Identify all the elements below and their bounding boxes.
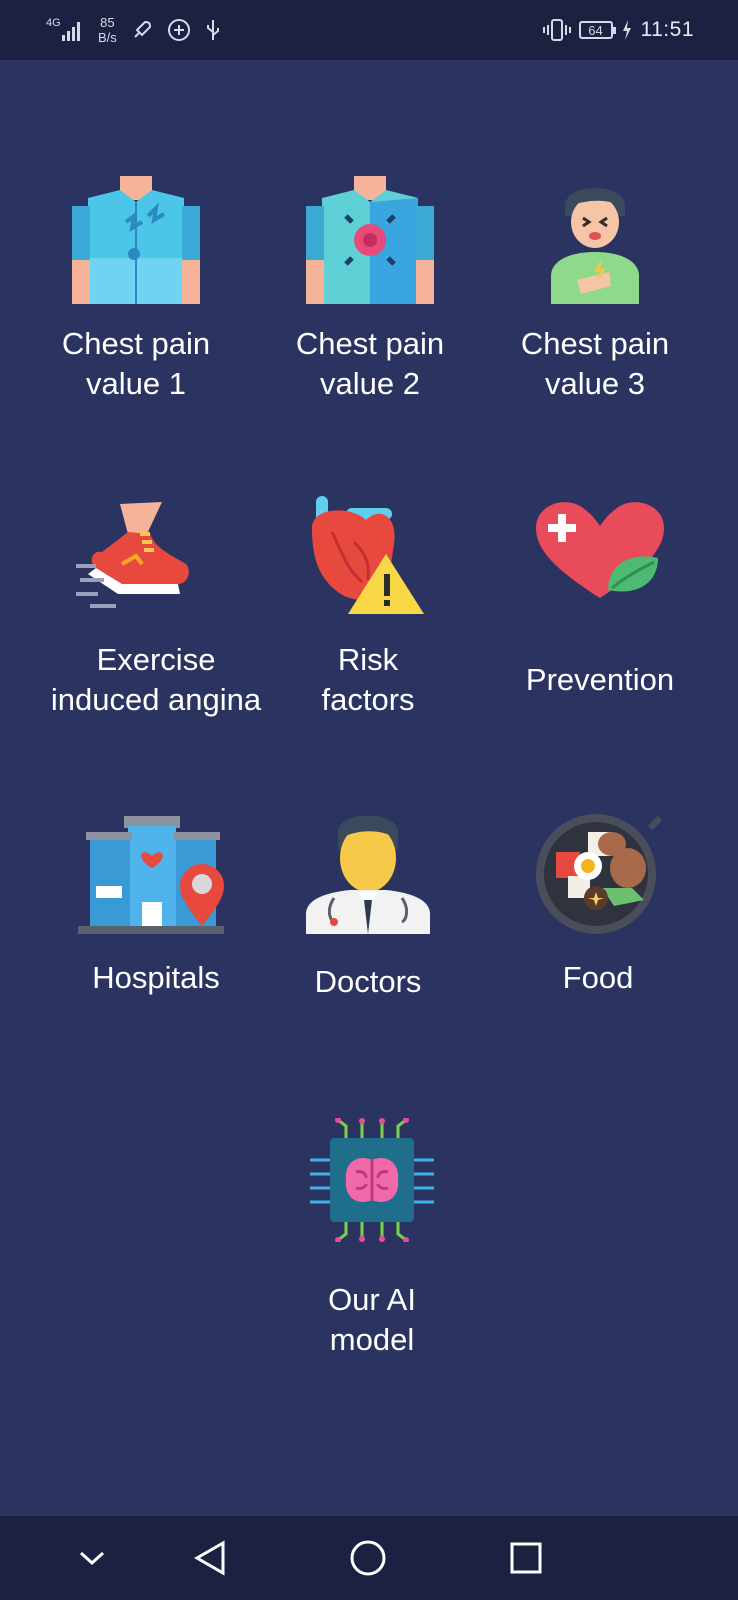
battery-level: 64 (588, 22, 603, 38)
back-triangle-icon (193, 1540, 225, 1576)
collapse-button[interactable] (68, 1534, 116, 1582)
home-circle-icon (350, 1540, 386, 1576)
menu-item-label: Our AI model (328, 1282, 416, 1357)
net-speed-unit: B/s (98, 30, 117, 45)
menu-item-label: Chest pain value 3 (520, 326, 670, 401)
recents-square-icon (510, 1542, 542, 1574)
vibrate-icon (542, 19, 571, 41)
menu-item-exercise-induced-angina[interactable]: Exercise induced angina (36, 488, 276, 728)
net-speed: 85 B/s (98, 15, 117, 45)
person-pain-icon (551, 188, 639, 304)
clock: 11:51 (640, 18, 694, 41)
rocket-icon (134, 20, 151, 38)
menu-item-chest-pain-3[interactable]: Chest pain value 3 (475, 170, 715, 420)
menu-item-prevention[interactable]: Prevention (480, 488, 720, 728)
battery-icon: 64 (578, 21, 616, 39)
menu-item-label: Exercise induced angina (50, 642, 262, 717)
menu-item-hospitals[interactable]: Hospitals (36, 810, 276, 1010)
net-speed-value: 85 (100, 15, 115, 30)
signal-icon: 4G (46, 17, 84, 43)
menu-item-label: Food (562, 960, 634, 995)
menu-item-label: Hospitals (92, 960, 220, 995)
menu-item-label: Chest pain value 1 (61, 326, 211, 401)
shirt-chest-pain-center-icon (306, 176, 434, 304)
menu-item-chest-pain-1[interactable]: Chest pain value 1 (16, 170, 256, 420)
hospital-location-icon (78, 816, 224, 934)
menu-item-label: Prevention (525, 662, 675, 697)
ai-brain-chip-icon (310, 1118, 434, 1242)
menu-item-risk-factors[interactable]: Risk factors (248, 488, 488, 728)
menu-item-ai-model[interactable]: Our AI model (252, 1112, 492, 1362)
menu-item-doctors[interactable]: Doctors (248, 810, 488, 1010)
navigation-bar (0, 1516, 738, 1600)
menu-item-label: Doctors (314, 964, 422, 999)
menu-item-chest-pain-2[interactable]: Chest pain value 2 (250, 170, 490, 420)
heart-leaf-icon (536, 502, 664, 598)
back-button[interactable] (186, 1534, 234, 1582)
data-saver-icon (167, 19, 190, 41)
usb-icon (206, 20, 219, 40)
home-button[interactable] (344, 1534, 392, 1582)
doctor-icon (306, 815, 430, 934)
chevron-down-icon (79, 1551, 105, 1566)
menu-item-label: Risk factors (321, 642, 415, 717)
heart-warning-icon (312, 496, 424, 614)
food-pan-icon (536, 814, 663, 934)
recents-button[interactable] (502, 1534, 550, 1582)
shirt-chest-pain-icon (72, 176, 200, 304)
running-shoe-icon (76, 502, 189, 608)
menu-item-food[interactable]: Food (478, 810, 718, 1010)
charging-icon (622, 20, 631, 40)
status-bar: 4G 85 B/s 64 11:51 (0, 0, 738, 60)
menu-item-label: Chest pain value 2 (295, 326, 445, 401)
